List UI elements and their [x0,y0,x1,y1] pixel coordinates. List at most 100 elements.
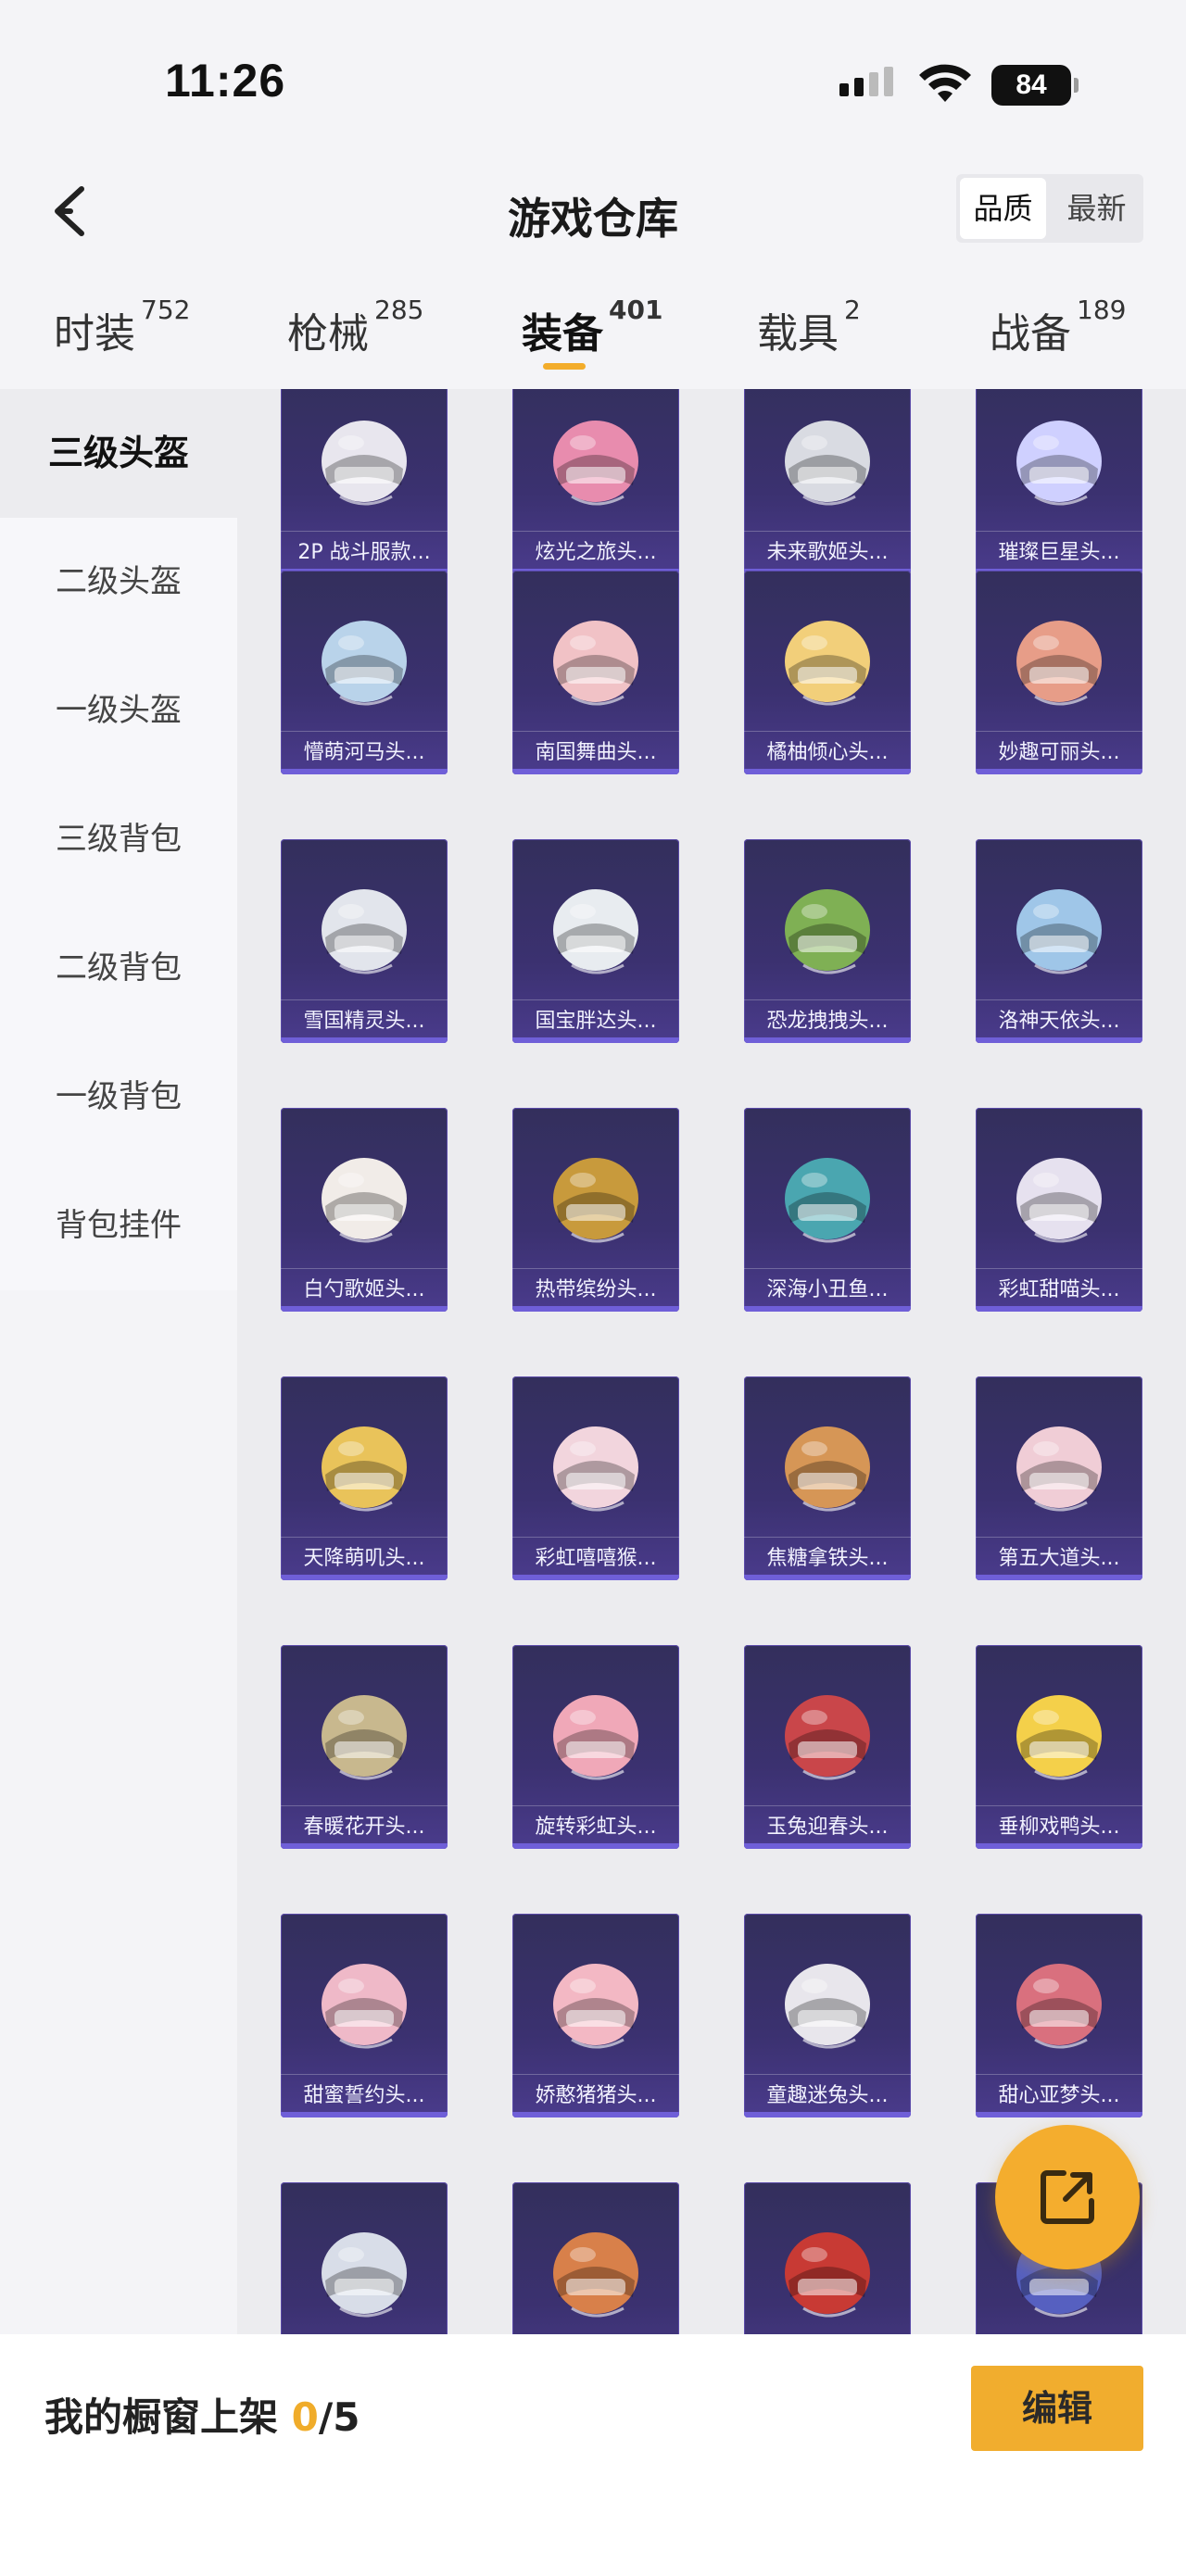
quality-bar [281,1306,448,1312]
sidebar-item-level1-helmet[interactable]: 一级头盔 [0,647,237,775]
item-card[interactable]: 懵萌河马头... [281,571,448,774]
item-card[interactable]: 童趣迷兔头... [744,1914,911,2117]
item-card[interactable]: 未来歌姬头... [744,389,911,574]
sort-option-newest[interactable]: 最新 [1050,174,1143,243]
item-card[interactable]: 璀璨巨星头... [976,389,1142,574]
card-divider [976,1268,1142,1269]
item-card[interactable]: 玉兔迎春头... [744,1645,911,1849]
tab-fashion[interactable]: 时装752 [54,295,190,359]
item-card[interactable]: 彩虹甜喵头... [976,1108,1142,1312]
sort-toggle: 品质 最新 [956,174,1143,243]
helmet-icon [322,2232,407,2318]
helmet-icon [553,1695,638,1780]
edit-button[interactable]: 编辑 [971,2366,1143,2451]
helmet-icon [322,1695,407,1780]
card-divider [512,1537,679,1538]
item-name: 焦糖拿铁头... [766,1547,889,1570]
item-card[interactable]: 白勺歌姬头... [281,1108,448,1312]
item-card[interactable]: 南国舞曲头... [512,571,679,774]
item-card[interactable] [281,2182,448,2334]
item-name: 国宝胖达头... [535,1010,657,1033]
helmet-icon [322,1158,407,1243]
item-card[interactable]: 垂柳戏鸭头... [976,1645,1142,1849]
sidebar-item-level3-helmet[interactable]: 三级头盔 [0,389,237,518]
tab-weapons[interactable]: 枪械285 [287,295,423,359]
item-card[interactable]: 雪国精灵头... [281,839,448,1043]
item-card[interactable] [512,2182,679,2334]
item-name: 甜蜜誓约头... [303,2084,425,2107]
card-divider [744,1268,911,1269]
sidebar-item-backpack-charm[interactable]: 背包挂件 [0,1162,237,1290]
sidebar-item-level1-backpack[interactable]: 一级背包 [0,1033,237,1162]
helmet-icon [322,421,407,506]
helmet-icon [553,1158,638,1243]
tab-count: 752 [141,295,191,325]
item-name: 南国舞曲头... [535,741,657,764]
item-card[interactable]: 热带缤纷头... [512,1108,679,1312]
card-divider [512,531,679,532]
back-button[interactable] [46,183,93,239]
item-name: 垂柳戏鸭头... [998,1816,1120,1839]
tab-equipment[interactable]: 装备401 [522,295,662,359]
quality-bar [976,1306,1142,1312]
tab-label: 载具 [757,310,839,358]
card-divider [976,531,1142,532]
tab-vehicles[interactable]: 载具2 [757,295,861,359]
item-card[interactable]: 彩虹嘻嘻猴... [512,1376,679,1580]
quality-bar [512,1843,679,1849]
quality-bar [744,1037,911,1043]
sidebar-list: 二级头盔 一级头盔 三级背包 二级背包 一级背包 背包挂件 [0,518,237,1290]
item-card[interactable]: 甜蜜誓约头... [281,1914,448,2117]
item-name: 懵萌河马头... [303,741,425,764]
helmet-icon [1016,1426,1102,1512]
item-card[interactable]: 恐龙拽拽头... [744,839,911,1043]
item-card[interactable]: 天降萌叽头... [281,1376,448,1580]
share-button[interactable] [995,2125,1140,2269]
item-name: 甜心亚梦头... [998,2084,1120,2107]
helmet-icon [785,1158,870,1243]
helmet-icon [553,421,638,506]
item-card[interactable]: 甜心亚梦头... [976,1914,1142,2117]
item-card[interactable]: 旋转彩虹头... [512,1645,679,1849]
card-divider [976,999,1142,1000]
active-tab-indicator [543,363,586,370]
card-divider [281,1268,448,1269]
item-card[interactable]: 第五大道头... [976,1376,1142,1580]
quality-bar [744,769,911,774]
battery-indicator: 84 [991,65,1079,106]
item-card[interactable]: 洛神天依头... [976,839,1142,1043]
quality-bar [512,2112,679,2117]
card-divider [744,531,911,532]
item-name: 童趣迷兔头... [766,2084,889,2107]
showcase-label: 我的橱窗上架 [44,2394,279,2440]
helmet-icon [553,1426,638,1512]
helmet-icon [553,2232,638,2318]
showcase-total: /5 [318,2394,360,2440]
sidebar-item-level3-backpack[interactable]: 三级背包 [0,775,237,904]
helmet-icon [1016,621,1102,706]
cellular-signal-icon [839,67,893,96]
item-name: 橘柚倾心头... [766,741,889,764]
category-tabs: 时装752 枪械285 装备401 载具2 战备189 [0,287,1186,389]
card-divider [281,531,448,532]
sidebar-item-level2-backpack[interactable]: 二级背包 [0,904,237,1033]
item-card[interactable]: 橘柚倾心头... [744,571,911,774]
item-card[interactable]: 妙趣可丽头... [976,571,1142,774]
item-name: 炫光之旅头... [535,541,657,564]
card-divider [281,731,448,732]
item-card[interactable]: 娇憨猪猪头... [512,1914,679,2117]
item-card[interactable]: 春暖花开头... [281,1645,448,1849]
item-card[interactable] [744,2182,911,2334]
quality-bar [512,769,679,774]
card-divider [281,1537,448,1538]
item-card[interactable]: 炫光之旅头... [512,389,679,574]
item-card[interactable]: 国宝胖达头... [512,839,679,1043]
sidebar-item-level2-helmet[interactable]: 二级头盔 [0,518,237,647]
showcase-count: 0 [291,2394,319,2440]
item-name: 娇憨猪猪头... [535,2084,657,2107]
item-card[interactable]: 深海小丑鱼... [744,1108,911,1312]
item-card[interactable]: 2P 战斗服款... [281,389,448,574]
tab-gear[interactable]: 战备189 [990,295,1126,359]
item-card[interactable]: 焦糖拿铁头... [744,1376,911,1580]
sort-option-quality[interactable]: 品质 [960,178,1046,239]
